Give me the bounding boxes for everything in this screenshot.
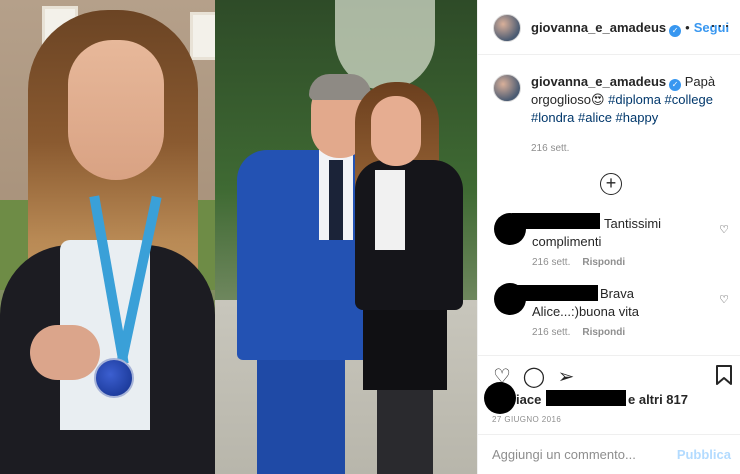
comment-meta: 216 sett. Rispondi: [532, 327, 637, 338]
action-bar: ♡ ◯ ➢: [478, 355, 740, 395]
comment-item: Tantissimi complimenti ♡ 216 sett. Rispon…: [494, 213, 729, 273]
separator-dot: •: [685, 20, 690, 35]
plus-circle-icon[interactable]: +: [600, 173, 622, 195]
photo-man-tie: [329, 160, 343, 240]
verified-badge-icon: ✓: [669, 25, 682, 37]
photo-hand: [30, 325, 100, 380]
liker-avatar[interactable]: [484, 382, 516, 414]
comment-time: 216 sett.: [532, 327, 571, 338]
bookmark-icon[interactable]: [712, 365, 736, 389]
photo-woman-jacket: [355, 160, 463, 310]
caption-time: 216 sett.: [531, 143, 570, 154]
photo-man-hair: [309, 74, 371, 100]
photo-man-legs: [257, 350, 345, 474]
photo-left-panel: [0, 0, 215, 474]
photo-woman-skirt: [363, 300, 447, 390]
likes-row: iace e altri 817: [478, 382, 740, 414]
reply-button[interactable]: Rispondi: [582, 257, 625, 268]
caption: giovanna_e_amadeus ✓ Papà orgoglioso😍 #di…: [531, 73, 731, 127]
comment-heart-icon[interactable]: ♡: [719, 293, 729, 306]
photo-window: [190, 12, 215, 60]
comment-input[interactable]: Aggiungi un commento...: [492, 447, 636, 462]
photo-woman-shirt: [375, 170, 405, 250]
likes-count[interactable]: e altri 817: [628, 392, 688, 407]
share-icon[interactable]: ➢: [554, 365, 578, 389]
caption-avatar[interactable]: [493, 74, 521, 102]
comment-icon[interactable]: ◯: [522, 365, 546, 389]
post-sidebar: giovanna_e_amadeus ✓ • Segui ··· giovanna_e…: [477, 0, 740, 474]
comment-heart-icon[interactable]: ♡: [719, 223, 729, 236]
author-avatar[interactable]: [493, 14, 521, 42]
photo-woman-legs: [377, 385, 433, 474]
header-line: giovanna_e_amadeus ✓ • Segui: [531, 19, 729, 37]
author-username[interactable]: giovanna_e_amadeus: [531, 20, 666, 35]
comment-text: Tantissimi complimenti: [532, 216, 662, 249]
post-photo[interactable]: [0, 0, 477, 474]
caption-username[interactable]: giovanna_e_amadeus: [531, 74, 666, 89]
comment-time: 216 sett.: [532, 257, 571, 268]
photo-woman-face: [371, 96, 421, 166]
photo-right-panel: [215, 0, 477, 474]
comment-item: Brava Alice...:)buona vita ♡ 216 sett. Ri…: [494, 283, 729, 343]
post-comment-button[interactable]: Pubblica: [677, 447, 731, 462]
post-header: giovanna_e_amadeus ✓ • Segui ···: [478, 0, 740, 55]
reply-button[interactable]: Rispondi: [582, 327, 625, 338]
medal: [94, 358, 134, 398]
comment-meta: 216 sett. Rispondi: [532, 257, 637, 268]
post-date: 27 giugno 2016: [492, 415, 562, 424]
add-comment-bar: Aggiungi un commento... Pubblica: [478, 434, 740, 474]
likes-prefix: iace: [516, 392, 542, 407]
photo-girl-face: [68, 40, 164, 180]
redacted-liker: [546, 390, 626, 406]
more-dots-icon[interactable]: ···: [710, 16, 731, 34]
verified-badge-icon: ✓: [669, 79, 682, 91]
comment-text: Brava Alice...:)buona vita: [532, 286, 639, 319]
